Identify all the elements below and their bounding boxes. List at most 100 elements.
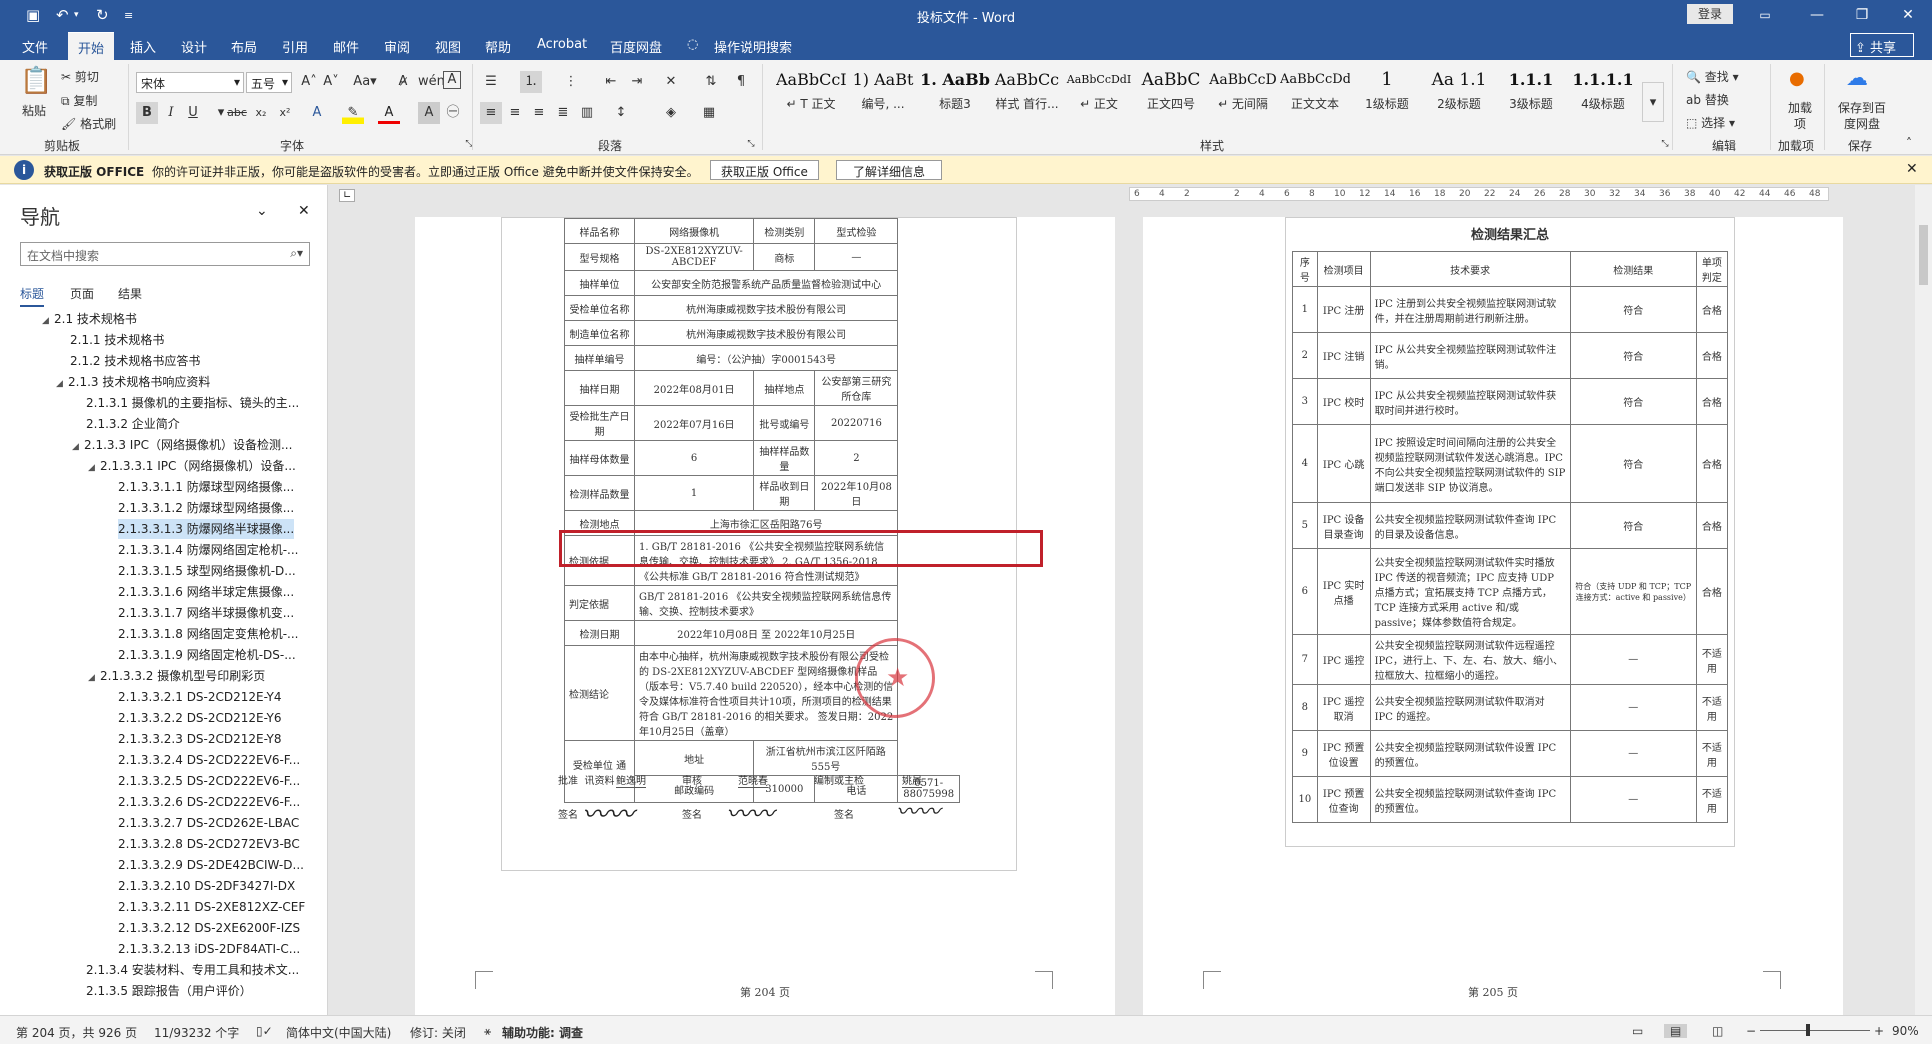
nav-tab-headings[interactable]: 标题 [20, 285, 45, 307]
paste-button[interactable]: 粘贴 [22, 102, 46, 119]
maximize-button[interactable]: ❐ [1840, 3, 1884, 27]
zoom-slider[interactable] [1760, 1024, 1870, 1036]
style-item[interactable]: AaBbCcI ↵ T 正文 [776, 65, 846, 127]
tab-acrobat[interactable]: Acrobat [537, 37, 587, 52]
style-item[interactable]: 1 1级标题 [1352, 65, 1422, 127]
print-layout-icon[interactable]: ▤ [1664, 1024, 1688, 1038]
clear-format-icon[interactable]: A̷ [392, 71, 414, 93]
align-left-icon[interactable]: ≡ [480, 102, 502, 124]
nav-heading-item[interactable]: 2.1.3.3.2.13 iDS-2DF84ATI-C... [118, 939, 300, 959]
chevron-down-icon[interactable]: ⌄ [256, 203, 268, 219]
show-marks-icon[interactable]: ¶ [730, 71, 752, 93]
paste-icon[interactable]: 📋 [20, 66, 52, 96]
bold-icon[interactable]: B [136, 102, 158, 124]
bullets-icon[interactable]: ☰ [480, 71, 502, 93]
nav-heading-item[interactable]: 2.1.3.3.2.12 DS-2XE6200F-IZS [118, 918, 300, 938]
char-shading-icon[interactable]: A [418, 102, 440, 124]
expand-triangle-icon[interactable]: ◢ [42, 311, 54, 331]
zoom-slider-thumb[interactable] [1806, 1024, 1810, 1036]
addins-button[interactable]: 加载项 [1786, 100, 1814, 132]
share-button[interactable]: ⇪ 共享 [1850, 33, 1914, 57]
tab-file[interactable]: 文件 [22, 37, 48, 56]
nav-heading-item[interactable]: 2.1.3.3.2.7 DS-2CD262E-LBAC [118, 813, 299, 833]
nav-heading-item[interactable]: 2.1.3.3.2.3 DS-2CD212E-Y8 [118, 729, 282, 749]
font-color-icon[interactable]: A [378, 102, 400, 124]
shrink-font-icon[interactable]: A˅ [320, 71, 342, 93]
tell-me-search[interactable]: 操作说明搜索 [714, 37, 792, 56]
nav-heading-item[interactable]: ◢ 2.1.3.3.1 IPC（网络摄像机）设备... [88, 456, 296, 476]
nav-heading-item[interactable]: 2.1.3.3.2.10 DS-2DF3427I-DX [118, 876, 295, 896]
style-item[interactable]: AaBbCc 样式 首行... [992, 65, 1062, 127]
grow-font-icon[interactable]: A˄ [298, 71, 320, 93]
style-item[interactable]: 1.1.1.1 4级标题 [1568, 65, 1638, 127]
zoom-level[interactable]: 90% [1892, 1024, 1919, 1038]
tab-layout[interactable]: 布局 [231, 37, 257, 56]
shading-icon[interactable]: ◈ [660, 102, 682, 124]
style-item[interactable]: 1.1.1 3级标题 [1496, 65, 1566, 127]
numbering-icon[interactable]: ⒈ [520, 71, 542, 93]
nav-heading-item[interactable]: 2.1.2 技术规格书应答书 [70, 351, 200, 371]
nav-heading-item[interactable]: 2.1.3.1 摄像机的主要指标、镜头的主... [86, 393, 299, 413]
text-effects-icon[interactable]: A [306, 102, 328, 124]
nav-heading-item[interactable]: 2.1.3.3.1.6 网络半球定焦摄像... [118, 582, 294, 602]
minimize-button[interactable]: — [1795, 3, 1839, 27]
char-border-icon[interactable]: A [443, 71, 461, 89]
web-layout-icon[interactable]: ◫ [1712, 1024, 1723, 1038]
justify-icon[interactable]: ≣ [552, 102, 574, 124]
italic-icon[interactable]: I [160, 102, 182, 124]
change-case-icon[interactable]: Aa▾ [350, 71, 380, 93]
word-count[interactable]: 11/93232 个字 [154, 1024, 239, 1041]
underline-icon[interactable]: U [182, 102, 204, 124]
get-genuine-button[interactable]: 获取正版 Office [710, 160, 819, 180]
vertical-scrollbar[interactable] [1915, 185, 1932, 1015]
addins-icon[interactable]: ● [1789, 68, 1805, 89]
nav-heading-item[interactable]: ◢ 2.1.3 技术规格书响应资料 [56, 372, 210, 392]
font-dialog-launcher-icon[interactable]: ⤡ [458, 133, 480, 155]
nav-heading-item[interactable]: 2.1.3.4 安装材料、专用工具和技术文... [86, 960, 299, 980]
close-icon[interactable]: ✕ [298, 203, 310, 219]
expand-triangle-icon[interactable]: ◢ [56, 374, 68, 394]
line-spacing-icon[interactable]: ↕ [610, 102, 632, 124]
read-mode-icon[interactable]: ▭ [1632, 1024, 1643, 1038]
decrease-indent-icon[interactable]: ⇤ [600, 71, 622, 93]
nav-heading-item[interactable]: 2.1.3.3.2.9 DS-2DE42BCIW-D... [118, 855, 304, 875]
nav-heading-item[interactable]: 2.1.1 技术规格书 [70, 330, 164, 350]
style-item[interactable]: 1. AaBb 标题3 [920, 65, 990, 127]
expand-triangle-icon[interactable]: ◢ [88, 668, 100, 688]
sort-icon[interactable]: ⇅ [700, 71, 722, 93]
nav-heading-item[interactable]: 2.1.3.3.1.9 网络固定枪机-DS-... [118, 645, 296, 665]
style-item[interactable]: 1) AaBt 编号, ... [848, 65, 918, 127]
nav-heading-item[interactable]: 2.1.3.3.1.1 防爆球型网络摄像... [118, 477, 294, 497]
baidu-netdisk-icon[interactable]: ☁ [1846, 66, 1868, 91]
nav-heading-item[interactable]: 2.1.3.3.2.5 DS-2CD222EV6-F... [118, 771, 300, 791]
expand-triangle-icon[interactable]: ◢ [88, 458, 100, 478]
learn-more-button[interactable]: 了解详细信息 [836, 160, 943, 180]
nav-tab-pages[interactable]: 页面 [70, 285, 94, 302]
language-status[interactable]: 简体中文(中国大陆) [286, 1024, 391, 1041]
nav-heading-item[interactable]: 2.1.3.3.2.4 DS-2CD222EV6-F... [118, 750, 300, 770]
style-item[interactable]: Aa 1.1 2级标题 [1424, 65, 1494, 127]
nav-heading-item[interactable]: 2.1.3.3.2.6 DS-2CD222EV6-F... [118, 792, 300, 812]
tab-baidu-netdisk[interactable]: 百度网盘 [610, 37, 662, 56]
close-icon[interactable]: ✕ [1906, 161, 1918, 177]
multilevel-list-icon[interactable]: ⋮ [560, 71, 582, 93]
nav-heading-item[interactable]: ◢ 2.1.3.3.2 摄像机型号印刷彩页 [88, 666, 265, 686]
style-item[interactable]: AaBbC 正文四号 [1136, 65, 1206, 127]
tab-view[interactable]: 视图 [435, 37, 461, 56]
styles-more-icon[interactable]: ▾ [1642, 82, 1664, 122]
zoom-out-icon[interactable]: − [1746, 1024, 1756, 1038]
superscript-icon[interactable]: x² [274, 102, 296, 124]
select-button[interactable]: ⬚ 选择 ▾ [1686, 114, 1735, 131]
style-item[interactable]: AaBbCcDd 正文文本 [1280, 65, 1350, 127]
paragraph-dialog-launcher-icon[interactable]: ⤡ [740, 133, 762, 155]
font-size-field[interactable]: 五号 ▾ [246, 72, 292, 93]
pinyin-icon[interactable]: wén [418, 71, 445, 93]
style-item[interactable]: AaBbCcDdI ↵ 正文 [1064, 65, 1134, 127]
find-button[interactable]: 🔍 查找 ▾ [1686, 68, 1739, 85]
nav-heading-item[interactable]: 2.1.3.2 企业简介 [86, 414, 180, 434]
accessibility-status[interactable]: 辅助功能: 调查 [502, 1024, 583, 1041]
style-item[interactable]: AaBbCcD ↵ 无间隔 [1208, 65, 1278, 127]
login-button[interactable]: 登录 [1687, 4, 1733, 24]
cut-button[interactable]: ✂ 剪切 [61, 68, 99, 85]
tab-design[interactable]: 设计 [181, 37, 207, 56]
